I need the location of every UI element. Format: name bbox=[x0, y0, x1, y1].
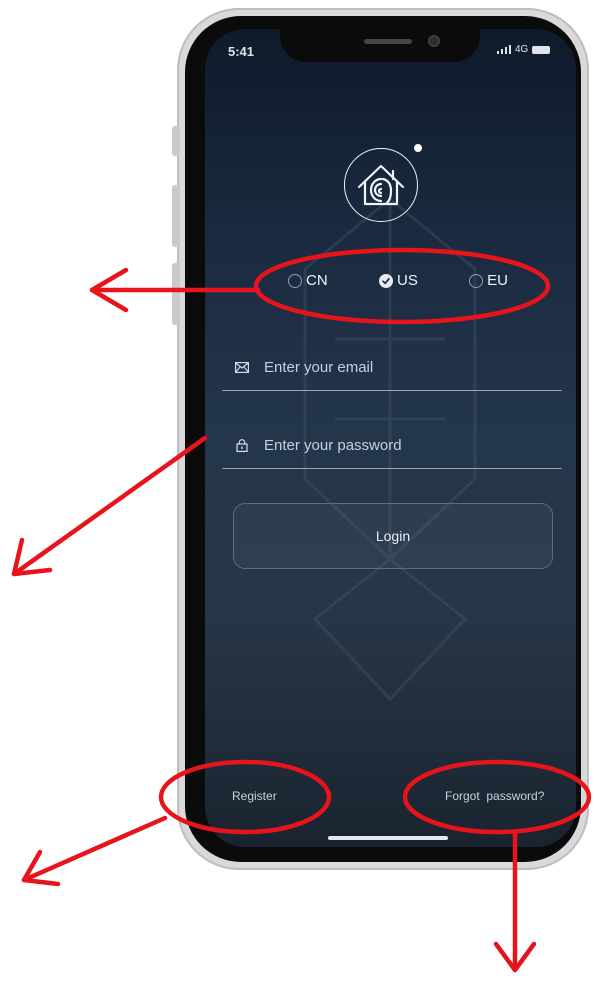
status-time: 5:41 bbox=[228, 44, 255, 59]
house-fingerprint-icon bbox=[357, 164, 405, 206]
front-camera bbox=[428, 35, 440, 47]
network-type: 4G bbox=[515, 44, 529, 55]
forgot-password-link[interactable]: Forgot password? bbox=[445, 789, 544, 803]
battery-icon bbox=[532, 45, 551, 54]
region-option-eu[interactable]: EU bbox=[469, 272, 508, 289]
app-logo bbox=[344, 148, 418, 222]
radio-unchecked-icon bbox=[288, 273, 302, 288]
region-label: CN bbox=[306, 272, 328, 289]
region-label: US bbox=[396, 272, 418, 289]
arrow-register-down-left bbox=[21, 815, 168, 883]
home-indicator bbox=[328, 836, 448, 840]
radio-checked-icon bbox=[378, 273, 393, 288]
lock-icon bbox=[222, 438, 262, 452]
password-field-row bbox=[222, 422, 562, 469]
mute-switch bbox=[172, 126, 180, 156]
region-label: EU bbox=[487, 272, 508, 289]
signal-icon bbox=[497, 45, 511, 54]
volume-down-button bbox=[172, 263, 180, 325]
region-option-cn[interactable]: CN bbox=[288, 272, 328, 289]
radio-unchecked-icon bbox=[469, 273, 484, 288]
logo-accent-dot bbox=[414, 144, 422, 152]
login-button[interactable]: Login bbox=[233, 503, 553, 569]
email-input[interactable] bbox=[262, 357, 562, 377]
status-indicators: 4G bbox=[497, 44, 551, 55]
envelope-icon bbox=[222, 361, 262, 373]
email-field-row bbox=[222, 344, 562, 391]
region-option-us[interactable]: US bbox=[378, 272, 418, 289]
register-link[interactable]: Register bbox=[232, 789, 277, 803]
speaker bbox=[364, 39, 412, 44]
background-building-image bbox=[303, 197, 477, 702]
region-selector: CN US EU bbox=[288, 272, 508, 289]
password-input[interactable] bbox=[262, 435, 562, 455]
volume-up-button bbox=[172, 185, 180, 247]
